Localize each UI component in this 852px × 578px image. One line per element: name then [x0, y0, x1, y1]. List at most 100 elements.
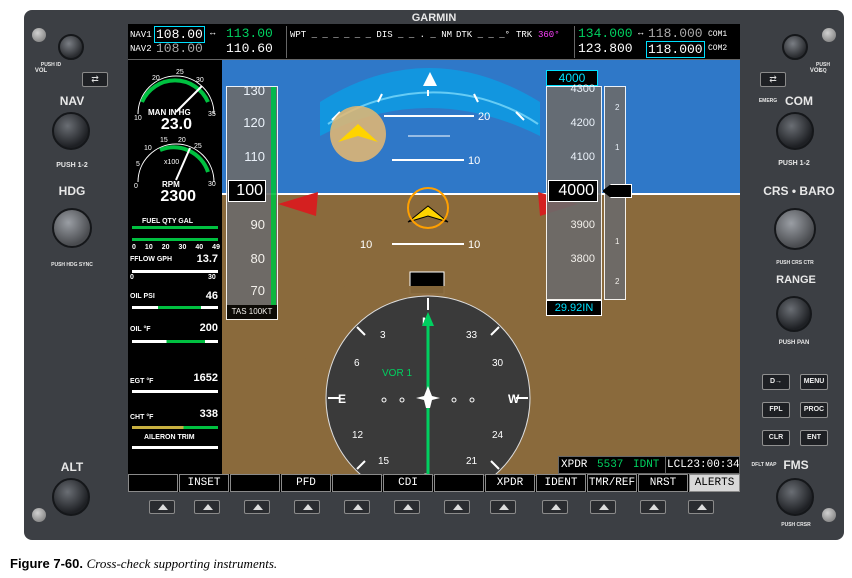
svg-text:15: 15 — [160, 137, 168, 144]
fuel-tick: 0 — [132, 244, 136, 251]
svg-text:10: 10 — [134, 115, 142, 120]
pitch-label-20: 20 — [478, 111, 490, 123]
com-volume-knob[interactable] — [782, 34, 808, 60]
softkey-ident[interactable]: IDENT — [536, 474, 586, 492]
softkey-alerts[interactable]: ALERTS — [689, 474, 740, 492]
xpdr-mode: IDNT — [633, 459, 660, 471]
fms-knob[interactable] — [776, 478, 814, 516]
screw — [822, 508, 836, 522]
xpdr-label: XPDR — [561, 459, 588, 471]
fuel-ticks: 0 10 20 30 40 49 — [132, 244, 220, 251]
hsi-heading-12: 12 — [352, 430, 364, 441]
nav-push-id-label: PUSH ID — [40, 62, 62, 68]
nav-swap-button[interactable]: ⇄ — [82, 72, 108, 87]
push-crsr-label: PUSH CRSR — [781, 522, 811, 528]
svg-text:0: 0 — [134, 183, 138, 188]
softkey-5[interactable] — [332, 474, 382, 492]
airspeed-tick: 70 — [250, 283, 265, 298]
softkey-cdi[interactable]: CDI — [383, 474, 433, 492]
aileron-trim-bar — [132, 446, 218, 449]
altitude-tick: 4200 — [570, 117, 595, 129]
aileron-trim-label: AILERON TRIM — [144, 434, 195, 441]
xpdr-code: 5537 — [597, 459, 624, 471]
softkey-button-5[interactable] — [344, 500, 370, 514]
oil-temp-label: OIL °F — [130, 326, 151, 333]
softkey-button-6[interactable] — [394, 500, 420, 514]
nav-vol-label: VOL — [34, 68, 48, 74]
softkey-button-9[interactable] — [542, 500, 568, 514]
egt-value: 1652 — [193, 372, 218, 384]
hdg-knob[interactable] — [52, 208, 92, 248]
pitch-label-neg10-left: 10 — [360, 239, 372, 251]
fuel-flow-label: FFLOW GPH — [130, 256, 172, 263]
figure-number: Figure 7-60. — [10, 556, 83, 571]
softkey-button-8[interactable] — [490, 500, 516, 514]
airspeed-tick: 80 — [250, 251, 265, 266]
softkey-button-7[interactable] — [444, 500, 470, 514]
fuel-qty-bar — [132, 226, 218, 229]
hsi-heading-3: 3 — [380, 330, 386, 341]
softkey-pfd[interactable]: PFD — [281, 474, 331, 492]
softkey-7[interactable] — [434, 474, 484, 492]
svg-text:20: 20 — [178, 137, 186, 144]
range-knob[interactable] — [776, 296, 812, 332]
softkey-nrst[interactable]: NRST — [638, 474, 688, 492]
status-divider — [665, 457, 666, 473]
softkey-1[interactable] — [128, 474, 178, 492]
softkey-button-10[interactable] — [590, 500, 616, 514]
airspeed-tick: 120 — [243, 115, 265, 130]
svg-text:x100: x100 — [164, 159, 179, 166]
proc-button[interactable]: PROC — [800, 402, 828, 418]
hsi-compass: N 33 30 W 24 21 3 6 E 12 15 S VOR 1 — [304, 286, 552, 476]
crs-baro-knob[interactable] — [774, 208, 816, 250]
push-crs-ctr-label: PUSH CRS CTR — [776, 260, 814, 266]
oil-psi-value: 46 — [205, 290, 218, 302]
altitude-readout: 4000 — [548, 180, 598, 202]
svg-text:5: 5 — [136, 161, 140, 168]
softkey-button-2[interactable] — [194, 500, 220, 514]
softkey-button-3[interactable] — [244, 500, 270, 514]
figure-caption: Figure 7-60. Cross-check supporting inst… — [10, 556, 277, 572]
egt-bar — [132, 390, 218, 393]
softkey-button-4[interactable] — [294, 500, 320, 514]
softkey-xpdr[interactable]: XPDR — [485, 474, 535, 492]
nav-volume-knob[interactable] — [58, 34, 84, 60]
nav-knob[interactable] — [52, 112, 90, 150]
softkey-button-12[interactable] — [688, 500, 714, 514]
svg-text:35: 35 — [208, 111, 216, 118]
softkey-button-11[interactable] — [640, 500, 666, 514]
svg-text:10: 10 — [144, 145, 152, 152]
airspeed-tick: 90 — [250, 217, 265, 232]
airspeed-tas: TAS 100KT — [227, 305, 277, 319]
clr-button[interactable]: CLR — [762, 430, 790, 446]
softkey-inset[interactable]: INSET — [179, 474, 229, 492]
com-knob-label: COM — [785, 94, 813, 108]
direct-to-button[interactable]: D→ — [762, 374, 790, 390]
screw — [32, 28, 46, 42]
com-knob[interactable] — [776, 112, 814, 150]
airspeed-tick: 110 — [244, 149, 265, 164]
softkey-tmr-ref[interactable]: TMR/REF — [587, 474, 637, 492]
fpl-button[interactable]: FPL — [762, 402, 790, 418]
oil-psi-bar — [132, 306, 218, 309]
ent-button[interactable]: ENT — [800, 430, 828, 446]
svg-text:25: 25 — [176, 69, 184, 76]
fuel-qty-label: FUEL QTY GAL — [142, 218, 194, 225]
softkey-3[interactable] — [230, 474, 280, 492]
alt-knob[interactable] — [52, 478, 90, 516]
menu-button[interactable]: MENU — [800, 374, 828, 390]
vsi-tick: 2 — [615, 103, 620, 112]
nav-push-12-label: PUSH 1-2 — [56, 162, 88, 169]
airspeed-tape: 130 120 110 90 80 70 TAS 100KT — [226, 83, 278, 320]
vsi-tick: 1 — [615, 143, 620, 152]
airspeed-green-arc — [271, 87, 276, 307]
svg-text:20: 20 — [152, 75, 160, 82]
fuel-tick: 10 — [144, 244, 153, 251]
com-swap-button[interactable]: ⇄ — [760, 72, 786, 87]
hsi-heading-W: W — [508, 392, 520, 406]
softkey-button-1[interactable] — [149, 500, 175, 514]
hsi-heading-6: 6 — [354, 358, 360, 369]
altitude-tick: 4100 — [570, 151, 595, 163]
cht-label: CHT °F — [130, 414, 154, 421]
alt-knob-label: ALT — [60, 460, 84, 474]
